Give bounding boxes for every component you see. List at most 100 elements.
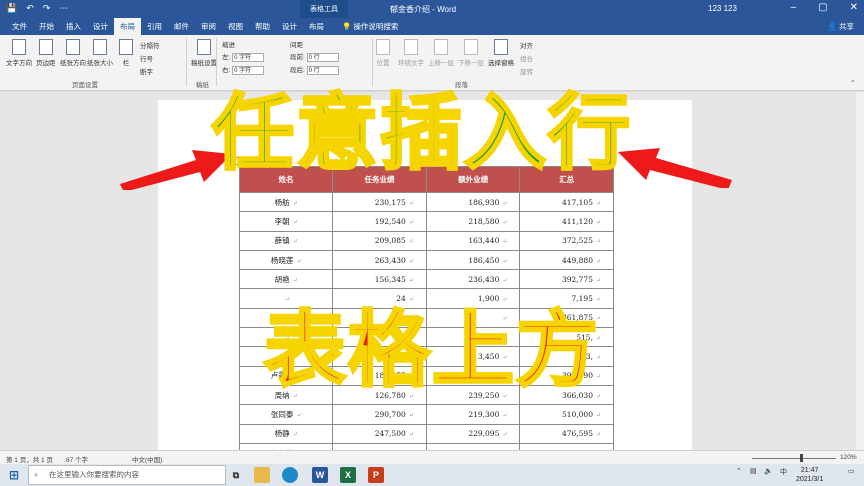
vertical-scrollbar[interactable] [856, 92, 864, 450]
cell-total[interactable]: 476,595 ↵ [519, 423, 614, 444]
ribbon-tabs: 文件 开始 插入 设计 布局 引用 邮件 审阅 视图 帮助 设计 布局 💡 操作… [0, 18, 864, 35]
selection-pane-button[interactable]: 选择窗格 [488, 39, 514, 67]
tab-table-layout[interactable]: 布局 [303, 18, 330, 35]
paragraph-mark-icon: ↵ [292, 199, 298, 207]
system-clock[interactable]: 21:47 2021/3/1 [796, 466, 823, 484]
user-name[interactable]: 123 123 [708, 4, 737, 13]
cell-task-performance[interactable]: 230,175 ↵ [332, 191, 427, 213]
taskbar-search-box[interactable]: ⌕ 在这里输入你要搜索的内容 [28, 465, 226, 485]
file-explorer-icon[interactable] [254, 467, 270, 483]
tab-view[interactable]: 视图 [222, 18, 249, 35]
zoom-level[interactable]: 120% [840, 454, 857, 461]
zoom-slider-thumb[interactable] [800, 454, 803, 462]
maximize-button[interactable]: ▢ [818, 2, 827, 13]
cell-name[interactable]: 薛镇 ↵ [238, 230, 334, 251]
tab-review[interactable]: 审阅 [195, 18, 222, 35]
cell-total[interactable]: 449,880 ↵ [519, 249, 614, 271]
line-numbers-button[interactable]: 行号 [140, 53, 153, 63]
text-direction-icon [12, 39, 26, 55]
tell-me-search[interactable]: 💡 操作说明搜索 [342, 21, 398, 32]
cell-name[interactable]: 杨舫 ↵ [238, 191, 334, 213]
cell-task-performance[interactable]: 263,430 ↵ [332, 249, 427, 271]
redo-icon[interactable]: ↷ [43, 3, 51, 14]
network-icon[interactable]: ▤ [750, 467, 757, 475]
tab-layout[interactable]: 布局 [114, 18, 141, 35]
windows-start-icon[interactable]: ⊞ [6, 467, 22, 483]
table-row[interactable]: 杨静 ↵ 247,500 ↵ 229,095 ↵ 476,595 ↵ [238, 423, 614, 444]
cell-name[interactable]: 杨静 ↵ [238, 423, 334, 444]
powerpoint-app-icon[interactable]: P [368, 467, 384, 483]
excel-app-icon[interactable]: X [340, 467, 356, 483]
send-backward-button[interactable]: 下移一层 [458, 39, 484, 67]
table-row[interactable]: 张同泰 ↵ 290,700 ↵ 219,300 ↵ 510,000 ↵ [238, 404, 614, 425]
tab-mailings[interactable]: 邮件 [168, 18, 195, 35]
wrap-text-button[interactable]: 环绕文字 [398, 39, 424, 67]
volume-icon[interactable]: 🔈 [764, 467, 773, 475]
ime-icon[interactable]: 中 [780, 467, 787, 477]
cell-total[interactable]: 510,000 ↵ [519, 404, 614, 425]
tab-help[interactable]: 帮助 [249, 18, 276, 35]
paper-size-button[interactable]: 纸张大小 [87, 39, 113, 67]
cell-extra-performance[interactable]: 219,300 ↵ [425, 404, 521, 425]
share-button[interactable]: 👤 共享 [828, 18, 854, 35]
cell-name[interactable]: 张同泰 ↵ [238, 404, 334, 425]
page-count[interactable]: 第 1 页，共 1 页 [6, 454, 53, 464]
text-direction-button[interactable]: 文字方向 [6, 39, 32, 67]
draft-settings-button[interactable]: 稿纸设置 [191, 39, 217, 67]
tab-file[interactable]: 文件 [6, 18, 33, 35]
indent-left-input[interactable]: 0 字符 [232, 52, 265, 62]
cell-total[interactable]: 417,105 ↵ [519, 191, 614, 213]
cell-extra-performance[interactable]: 229,095 ↵ [425, 423, 521, 444]
edge-browser-icon[interactable] [282, 467, 298, 483]
zoom-slider[interactable] [752, 458, 836, 459]
position-button[interactable]: 位置 [376, 39, 390, 67]
cell-value: 476,595 [561, 429, 593, 439]
table-row[interactable]: 李朝 ↵ 192,540 ↵ 218,580 ↵ 411,120 ↵ [238, 211, 614, 232]
cell-name[interactable]: 李朝 ↵ [238, 211, 334, 232]
hyphenation-button[interactable]: 断字 [140, 66, 153, 76]
tab-design[interactable]: 设计 [87, 18, 114, 35]
cell-total[interactable]: 411,120 ↵ [519, 211, 614, 232]
group-button[interactable]: 组合 [520, 53, 533, 63]
bring-forward-button[interactable]: 上移一层 [428, 39, 454, 67]
tab-home[interactable]: 开始 [33, 18, 60, 35]
close-button[interactable]: ✕ [850, 2, 858, 13]
cell-extra-performance[interactable]: 218,580 ↵ [425, 211, 521, 232]
tab-table-design[interactable]: 设计 [276, 18, 303, 35]
notification-icon[interactable]: ▭ [848, 467, 855, 475]
paragraph-mark-icon: ↵ [595, 411, 601, 419]
table-row[interactable]: 薛镇 ↵ 209,085 ↵ 163,440 ↵ 372,525 ↵ [238, 230, 614, 251]
language-indicator[interactable]: 中文(中国) [132, 454, 162, 464]
cell-extra-performance[interactable]: 163,440 ↵ [425, 230, 521, 251]
collapse-ribbon-icon[interactable]: ⌃ [850, 79, 855, 87]
tab-references[interactable]: 引用 [141, 18, 168, 35]
orientation-button[interactable]: 纸张方向 [60, 39, 86, 67]
cell-task-performance[interactable]: 209,085 ↵ [332, 230, 427, 251]
cell-value: 219,300 [468, 409, 500, 419]
cell-task-performance[interactable]: 192,540 ↵ [332, 211, 427, 232]
table-row[interactable]: 杨晓莲 ↵ 263,430 ↵ 186,450 ↵ 449,880 ↵ [238, 249, 614, 271]
breaks-button[interactable]: 分隔符 [140, 40, 160, 50]
word-count[interactable]: 87 个字 [66, 454, 88, 464]
align-button[interactable]: 对齐 [520, 40, 533, 50]
spacing-before-input[interactable]: 0 行 [306, 52, 339, 62]
paragraph-mark-icon: ↵ [502, 411, 508, 419]
cell-extra-performance[interactable]: 186,930 ↵ [425, 191, 521, 213]
cell-value: 杨晓莲 [270, 255, 294, 265]
cell-extra-performance[interactable]: 186,450 ↵ [425, 249, 521, 271]
save-icon[interactable]: 💾 [6, 3, 17, 14]
cell-total[interactable]: 372,525 ↵ [519, 230, 614, 251]
columns-button[interactable]: 栏 [119, 39, 133, 67]
minimize-button[interactable]: – [791, 2, 797, 13]
cell-task-performance[interactable]: 247,500 ↵ [332, 423, 427, 444]
word-app-icon[interactable]: W [312, 467, 328, 483]
table-row[interactable]: 杨舫 ↵ 230,175 ↵ 186,930 ↵ 417,105 ↵ [238, 191, 614, 213]
tray-chevron-icon[interactable]: ⌃ [736, 467, 742, 475]
margins-button[interactable]: 页边距 [36, 39, 56, 67]
tab-insert[interactable]: 插入 [60, 18, 87, 35]
undo-icon[interactable]: ↶ [26, 3, 34, 14]
cell-task-performance[interactable]: 290,700 ↵ [332, 404, 427, 425]
customize-qat-icon[interactable]: ⋯ [59, 3, 68, 14]
task-view-icon[interactable]: ⧉ [228, 467, 244, 483]
cell-name[interactable]: 杨晓莲 ↵ [238, 249, 334, 271]
